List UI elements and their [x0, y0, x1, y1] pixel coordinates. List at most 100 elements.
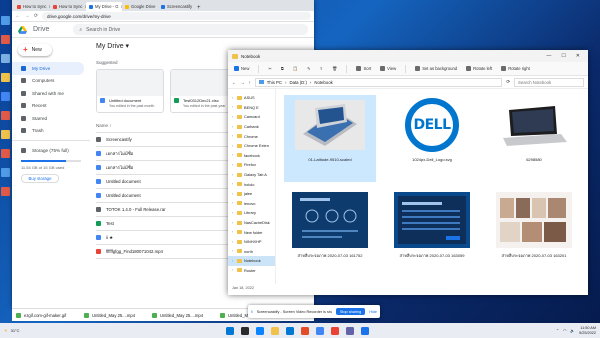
- reload-icon[interactable]: ⟳: [33, 13, 39, 19]
- buy-storage-button[interactable]: Buy storage: [21, 173, 59, 183]
- grid-item[interactable]: 01-Latitude-9510-scaled: [284, 95, 376, 182]
- stop-sharing-button[interactable]: Stop sharing: [335, 308, 366, 315]
- back-icon[interactable]: ←: [232, 80, 236, 85]
- forward-icon[interactable]: →: [24, 13, 30, 19]
- sidebar-item[interactable]: Recent: [12, 100, 90, 113]
- sidebar-item[interactable]: My Drive: [12, 62, 84, 75]
- taskbar-app-icon[interactable]: [256, 326, 264, 335]
- download-item[interactable]: Untitled_May 25....mp4: [84, 312, 146, 318]
- desktop-icon[interactable]: [1, 16, 10, 25]
- chevron-up-icon[interactable]: ⌃: [556, 328, 559, 333]
- page-title[interactable]: My Drive ▾: [96, 42, 308, 50]
- tree-item[interactable]: › Carbank: [228, 122, 275, 132]
- grid-item[interactable]: DELL 1024px-Dell_Logo.svg: [386, 95, 478, 182]
- chevron-right-icon[interactable]: ›: [232, 173, 235, 177]
- share-icon[interactable]: ⇪: [320, 66, 324, 71]
- chevron-right-icon[interactable]: ›: [232, 192, 235, 196]
- new-button[interactable]: + New: [18, 44, 52, 56]
- back-icon[interactable]: ←: [15, 13, 21, 19]
- desktop-icon[interactable]: [1, 35, 10, 44]
- taskbar-app-icon[interactable]: [346, 326, 354, 335]
- browser-tab[interactable]: How to Sync✕: [14, 2, 50, 11]
- wifi-icon[interactable]: ◠: [563, 328, 566, 333]
- desktop-icon[interactable]: [1, 111, 10, 120]
- breadcrumb[interactable]: This PC › Data (D:) › Notebook: [254, 77, 503, 87]
- chevron-right-icon[interactable]: ›: [232, 163, 235, 167]
- refresh-icon[interactable]: ⟳: [506, 79, 510, 85]
- new-button[interactable]: New: [234, 66, 249, 71]
- view-button[interactable]: View: [380, 66, 396, 71]
- taskbar-app-icon[interactable]: [286, 326, 294, 335]
- breadcrumb-item[interactable]: Data (D:): [289, 80, 306, 85]
- taskbar-app-icon[interactable]: [301, 326, 309, 335]
- search-input[interactable]: Search Notebook: [514, 77, 584, 87]
- taskbar-app-icon[interactable]: [331, 326, 339, 335]
- chevron-right-icon[interactable]: ›: [232, 144, 235, 148]
- tree-item[interactable]: › Firefox: [228, 160, 275, 170]
- desktop-icon[interactable]: [1, 149, 10, 158]
- tree-item[interactable]: › ASUS: [228, 93, 275, 103]
- chevron-right-icon[interactable]: ›: [232, 153, 235, 157]
- forward-icon[interactable]: →: [240, 80, 244, 85]
- rotate-left-button[interactable]: Rotate left: [466, 66, 492, 71]
- desktop-icon[interactable]: [1, 92, 10, 101]
- chevron-right-icon[interactable]: ›: [232, 240, 235, 244]
- desktop-icon[interactable]: [1, 54, 10, 63]
- browser-tab[interactable]: My Drive - G✕: [86, 2, 122, 11]
- taskbar-app-icon[interactable]: [241, 326, 249, 335]
- new-tab-button[interactable]: +: [194, 5, 204, 11]
- rename-icon[interactable]: ✎: [307, 66, 311, 71]
- chevron-right-icon[interactable]: ›: [232, 125, 235, 129]
- sort-button[interactable]: Sort: [356, 66, 371, 71]
- tree-item[interactable]: › Camcard: [228, 112, 275, 122]
- search-input[interactable]: ⌕ Search in Drive: [73, 24, 308, 35]
- chevron-right-icon[interactable]: ›: [232, 96, 235, 100]
- sidebar-item[interactable]: Trash: [12, 125, 90, 138]
- tree-item[interactable]: › Library: [228, 208, 275, 218]
- tree-item[interactable]: › New folder: [228, 227, 275, 237]
- desktop-icon[interactable]: [1, 130, 10, 139]
- chevron-right-icon[interactable]: ›: [232, 211, 235, 215]
- weather-widget[interactable]: ☀ 31°C: [4, 328, 20, 333]
- maximize-icon[interactable]: ☐: [561, 53, 565, 59]
- set-background-button[interactable]: Set as background: [415, 66, 457, 71]
- chevron-right-icon[interactable]: ›: [232, 221, 235, 225]
- hide-button[interactable]: Hide: [369, 310, 377, 314]
- chevron-right-icon[interactable]: ›: [232, 230, 235, 234]
- tree-item[interactable]: › facebook: [228, 151, 275, 161]
- tree-item[interactable]: › Galaxy Tab A: [228, 170, 275, 180]
- browser-tab[interactable]: Google Drive✕: [122, 2, 158, 11]
- cut-icon[interactable]: ✂: [268, 66, 272, 71]
- tree-item[interactable]: › lenovo: [228, 199, 275, 209]
- rotate-right-button[interactable]: Rotate right: [501, 66, 530, 71]
- browser-tab[interactable]: Screencastify✕: [158, 2, 194, 11]
- chevron-right-icon[interactable]: ›: [232, 249, 235, 253]
- sidebar-item[interactable]: Shared with me: [12, 87, 90, 100]
- tree-item[interactable]: › Chrome Exten: [228, 141, 275, 151]
- chevron-right-icon[interactable]: ›: [232, 115, 235, 119]
- chevron-right-icon[interactable]: ›: [232, 268, 235, 272]
- paste-icon[interactable]: 📋: [293, 66, 298, 72]
- taskbar-app-icon[interactable]: [271, 326, 279, 335]
- tree-item[interactable]: › NasCacheDisk: [228, 218, 275, 228]
- chevron-right-icon[interactable]: ›: [232, 105, 235, 109]
- browser-tab[interactable]: How to Sync✕: [50, 2, 86, 11]
- breadcrumb-item[interactable]: Notebook: [314, 80, 332, 85]
- taskbar-app-icon[interactable]: [226, 326, 234, 335]
- tree-item[interactable]: › NINHXHP: [228, 237, 275, 247]
- copy-icon[interactable]: ⧉: [281, 66, 284, 71]
- download-item[interactable]: ezgif.com-gif-maker.gif: [16, 312, 78, 318]
- download-item[interactable]: Untitled_May 25....mp4: [152, 312, 214, 318]
- desktop-icon[interactable]: [1, 187, 10, 196]
- grid-item[interactable]: ส่าหลืบระจอภาพ 2020-07-03 163201: [488, 190, 580, 279]
- chevron-right-icon[interactable]: ›: [232, 201, 235, 205]
- sidebar-item[interactable]: Starred: [12, 112, 90, 125]
- tree-item[interactable]: › Chrome: [228, 131, 275, 141]
- sidebar-item-storage[interactable]: Storage (75% full): [12, 144, 90, 157]
- clock[interactable]: 11:50 AM 5/25/2022: [579, 326, 596, 335]
- desktop-icon[interactable]: [1, 168, 10, 177]
- up-icon[interactable]: ↑: [249, 80, 251, 85]
- grid-item[interactable]: ส่าหลืบระจอภาพ 2020-07-03 161752: [284, 190, 376, 279]
- taskbar-app-icon[interactable]: [361, 326, 369, 335]
- chevron-right-icon[interactable]: ›: [232, 259, 235, 263]
